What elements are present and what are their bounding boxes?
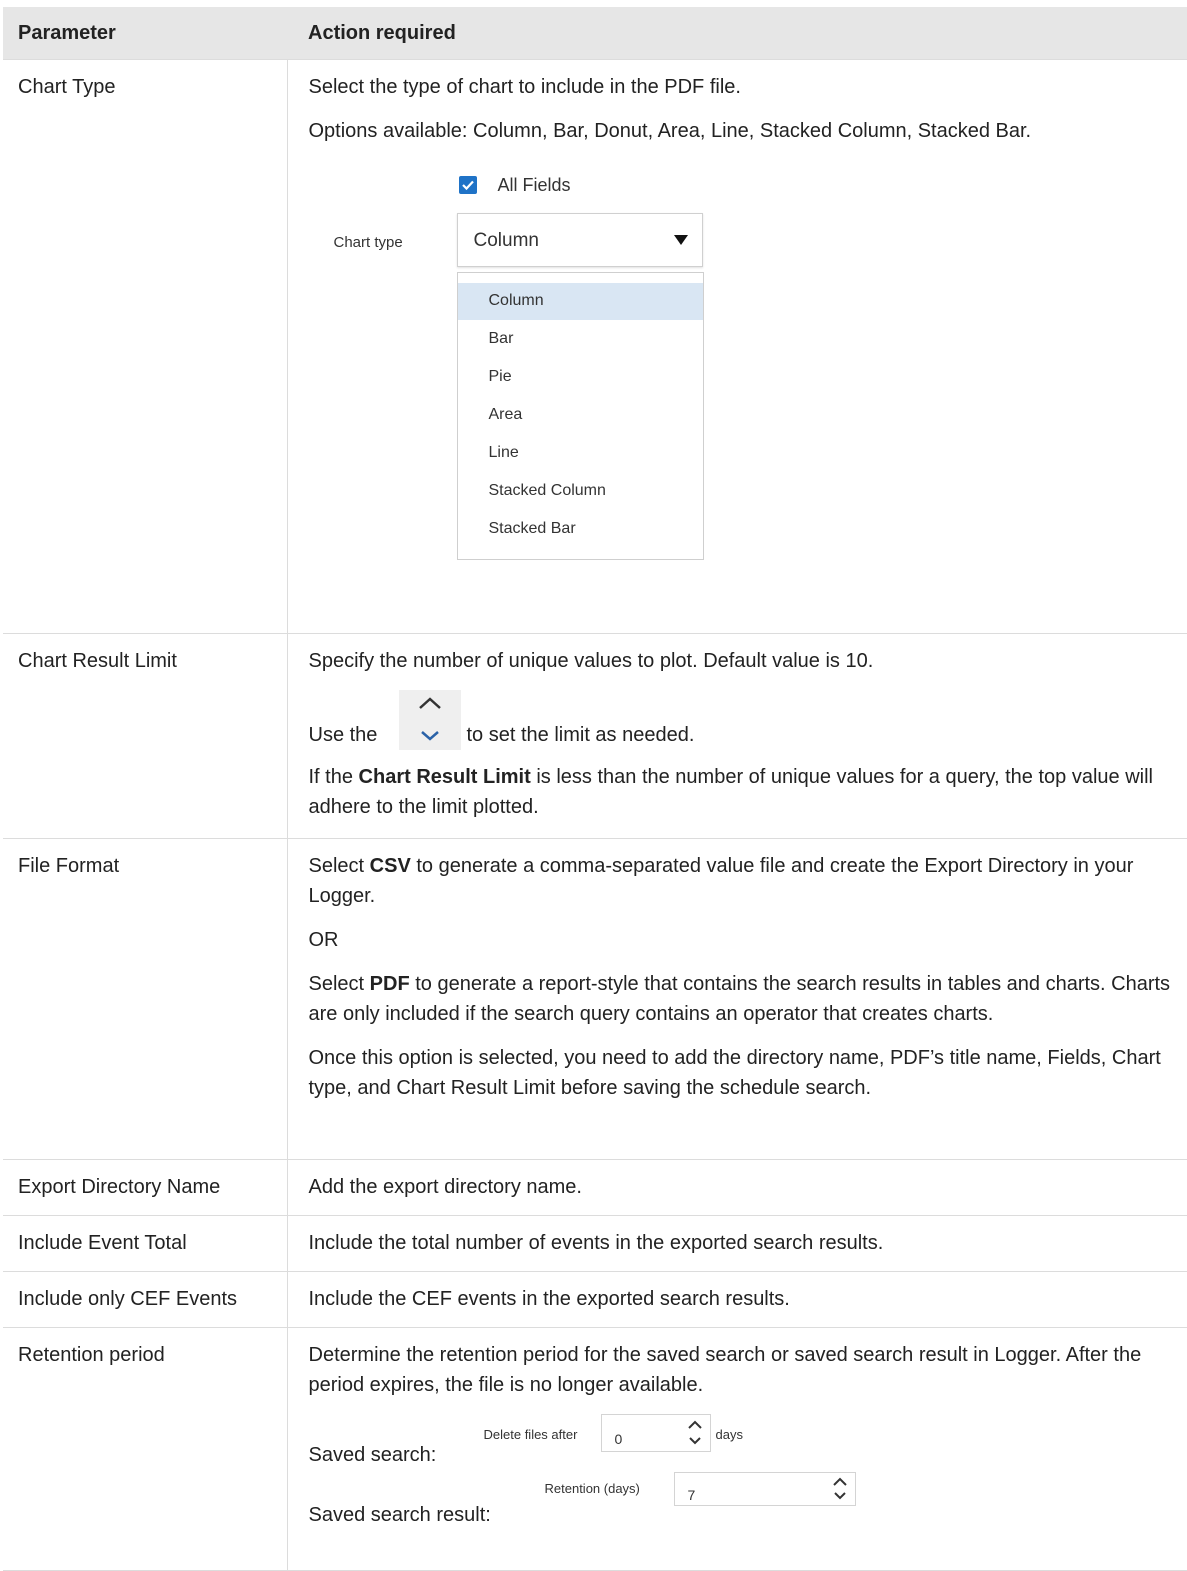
- all-fields-checkbox[interactable]: [458, 176, 477, 194]
- table-row: Include only CEF Events Include the CEF …: [3, 1271, 1187, 1328]
- spinner-up-down-icon[interactable]: [829, 1474, 851, 1504]
- param-file-format: File Format: [3, 838, 287, 1160]
- chart-type-line1: Select the type of chart to include in t…: [308, 76, 741, 98]
- action-include-only-cef-events: Include the CEF events in the exported s…: [286, 1271, 1187, 1328]
- action-export-directory-name: Add the export directory name.: [286, 1159, 1187, 1216]
- chart-type-select[interactable]: Column: [456, 213, 703, 267]
- param-export-directory-name: Export Directory Name: [3, 1159, 287, 1216]
- checkmark-icon: [461, 180, 474, 191]
- option-label: Column: [488, 292, 544, 309]
- option-label: Stacked Bar: [488, 520, 576, 537]
- option-label: Pie: [488, 368, 512, 385]
- csv-text: Select: [308, 855, 370, 877]
- table-row: Retention period Determine the retention…: [3, 1327, 1187, 1571]
- action-chart-type: Select the type of chart to include in t…: [286, 59, 1187, 634]
- chart-type-dropdown: Column Bar Pie Area Line Stacked Column …: [456, 272, 704, 560]
- csv-bold: CSV: [369, 855, 411, 877]
- action-file-format: Select CSV to generate a comma-separated…: [286, 838, 1187, 1160]
- delete-files-value: 0: [614, 1431, 623, 1447]
- file-format-csv: Select CSV to generate a comma-separated…: [309, 851, 1174, 911]
- table-header-row: Parameter Action required: [3, 7, 1187, 60]
- table-row: Chart Type Select the type of chart to i…: [3, 59, 1187, 634]
- dropdown-option-stacked-bar[interactable]: Stacked Bar: [458, 511, 703, 548]
- spinner-instruction: Use the to set the limit as needed.: [309, 690, 1174, 754]
- dropdown-option-stacked-column[interactable]: Stacked Column: [458, 473, 703, 510]
- param-chart-type: Chart Type: [3, 59, 287, 634]
- csv-text: to generate a comma-separated value file…: [308, 855, 1134, 907]
- spinner-up-down-icon[interactable]: [684, 1416, 706, 1450]
- table-row: File Format Select CSV to generate a com…: [3, 838, 1187, 1160]
- option-label: Line: [488, 444, 519, 461]
- saved-search-result-retention: Saved search result: Retention (days) 7: [309, 1472, 1174, 1530]
- chart-type-line2: Options available: Column, Bar, Donut, A…: [308, 120, 1032, 142]
- note-bold: Chart Result Limit: [358, 766, 531, 788]
- chart-type-selected-value: Column: [473, 230, 539, 251]
- chart-result-limit-note: If the Chart Result Limit is less than t…: [309, 762, 1174, 822]
- saved-search-result-label: Saved search result:: [308, 1504, 491, 1526]
- action-include-event-total: Include the total number of events in th…: [286, 1215, 1187, 1272]
- header-parameter: Parameter: [3, 7, 287, 60]
- saved-search-label: Saved search:: [308, 1444, 437, 1466]
- parameters-table: Parameter Action required Chart Type Sel…: [3, 7, 1187, 1571]
- dropdown-option-pie[interactable]: Pie: [458, 359, 703, 396]
- use-the-text: Use the: [308, 724, 378, 746]
- dropdown-option-line[interactable]: Line: [458, 435, 703, 472]
- spinner-up-down-icon: [398, 690, 461, 750]
- table-row: Export Directory Name Add the export dir…: [3, 1159, 1187, 1216]
- caret-down-icon: [673, 235, 688, 245]
- pdf-bold: PDF: [369, 973, 410, 995]
- param-chart-result-limit: Chart Result Limit: [3, 633, 287, 839]
- file-format-pdf: Select PDF to generate a report-style th…: [309, 969, 1174, 1029]
- retention-days-label: Retention (days): [544, 1481, 640, 1496]
- param-include-event-total: Include Event Total: [3, 1215, 287, 1272]
- days-label: days: [715, 1427, 743, 1442]
- retention-days-input[interactable]: 7: [673, 1472, 856, 1506]
- saved-search-retention: Saved search: Delete files after 0 days: [309, 1414, 1174, 1472]
- pdf-text: to generate a report-style that contains…: [308, 973, 1171, 1025]
- file-format-or: OR: [308, 929, 339, 951]
- delete-files-after-label: Delete files after: [483, 1427, 578, 1442]
- retention-days-value: 7: [687, 1487, 696, 1503]
- chart-type-figure: All Fields Chart type Column Column Bar …: [309, 160, 1174, 563]
- action-chart-result-limit: Specify the number of unique values to p…: [286, 633, 1187, 839]
- header-action-required: Action required: [287, 7, 1187, 60]
- pdf-text: Select: [308, 973, 370, 995]
- table-row: Chart Result Limit Specify the number of…: [3, 633, 1187, 839]
- action-retention-period: Determine the retention period for the s…: [286, 1327, 1187, 1571]
- option-label: Area: [488, 406, 523, 423]
- param-include-only-cef-events: Include only CEF Events: [3, 1271, 287, 1328]
- dropdown-option-area[interactable]: Area: [458, 397, 703, 434]
- set-limit-text: to set the limit as needed.: [466, 724, 695, 746]
- chart-result-limit-line1: Specify the number of unique values to p…: [308, 650, 874, 672]
- dropdown-option-column[interactable]: Column: [457, 283, 703, 320]
- option-label: Stacked Column: [488, 482, 606, 499]
- all-fields-label: All Fields: [497, 175, 571, 195]
- table-row: Include Event Total Include the total nu…: [3, 1215, 1187, 1272]
- delete-files-after-input[interactable]: 0: [600, 1414, 711, 1452]
- note-text: If the: [308, 766, 359, 788]
- file-format-once: Once this option is selected, you need t…: [308, 1047, 1161, 1099]
- param-retention-period: Retention period: [3, 1327, 287, 1571]
- chart-type-label: Chart type: [333, 234, 403, 251]
- dropdown-option-bar[interactable]: Bar: [458, 321, 703, 358]
- retention-line1: Determine the retention period for the s…: [308, 1344, 1142, 1396]
- option-label: Bar: [488, 330, 514, 347]
